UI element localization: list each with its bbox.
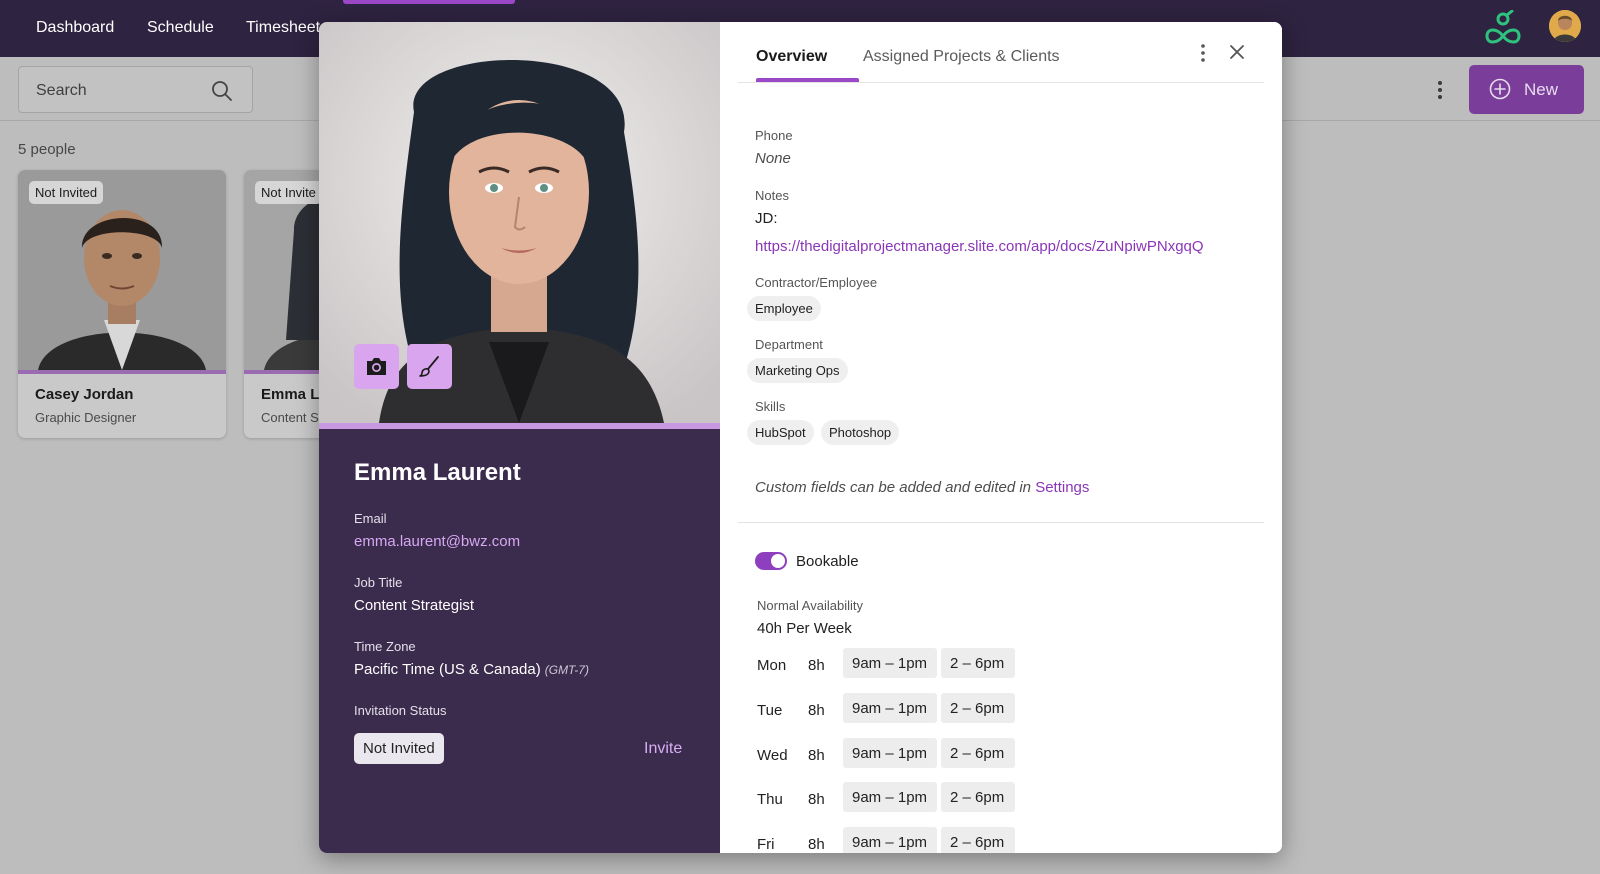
search-placeholder: Search (36, 82, 87, 99)
employee-type-chip: Employee (747, 296, 821, 321)
profile-panel: Emma Laurent Email emma.laurent@bwz.com … (319, 22, 720, 853)
people-count: 5 people (18, 141, 76, 158)
day-name: Fri (757, 836, 775, 853)
nav-active-indicator (343, 0, 515, 4)
time-zone-value: Pacific Time (US & Canada) (GMT-7) (354, 661, 589, 678)
nav-schedule[interactable]: Schedule (147, 19, 214, 37)
skill-chip: Photoshop (821, 420, 900, 445)
invite-status-badge: Not Invited (29, 181, 104, 204)
plus-circle-icon (1489, 78, 1511, 100)
paintbrush-icon (419, 356, 439, 377)
profile-photo-accent (319, 423, 720, 429)
invite-link[interactable]: Invite (644, 740, 682, 758)
phone-label: Phone (755, 128, 793, 143)
day-hours: 8h (808, 702, 825, 719)
time-slot[interactable]: 2 – 6pm (941, 827, 1015, 853)
profile-name: Emma Laurent (354, 459, 521, 486)
time-slot[interactable]: 9am – 1pm (843, 827, 937, 853)
invite-status-badge: Not Invite (255, 181, 322, 204)
tab-assigned-projects-clients[interactable]: Assigned Projects & Clients (863, 48, 1060, 66)
job-title-value: Content Strategist (354, 597, 475, 614)
tab-overview[interactable]: Overview (756, 48, 827, 66)
person-name: Emma L (261, 386, 320, 403)
time-slot[interactable]: 2 – 6pm (941, 738, 1015, 768)
time-zone-offset: (GMT-7) (544, 663, 589, 677)
email-link[interactable]: emma.laurent@bwz.com (354, 533, 520, 550)
user-avatar[interactable] (1549, 10, 1581, 42)
availability-row-wed: Wed 8h 9am – 1pm 2 – 6pm (757, 738, 1057, 770)
time-zone-name: Pacific Time (US & Canada) (354, 661, 541, 678)
overview-panel: Overview Assigned Projects & Clients Pho… (720, 22, 1282, 853)
search-icon (212, 81, 232, 101)
time-slot[interactable]: 2 – 6pm (941, 782, 1015, 812)
time-slot[interactable]: 2 – 6pm (941, 693, 1015, 723)
bookable-label: Bookable (796, 553, 859, 570)
day-hours: 8h (808, 791, 825, 808)
person-name: Casey Jordan (35, 386, 134, 403)
time-slot[interactable]: 9am – 1pm (843, 782, 937, 812)
app-logo-icon[interactable] (1483, 10, 1523, 46)
more-options-icon[interactable] (1430, 78, 1450, 102)
availability-row-thu: Thu 8h 9am – 1pm 2 – 6pm (757, 782, 1057, 814)
custom-fields-text: Custom fields can be added and edited in (755, 479, 1032, 496)
email-label: Email (354, 511, 387, 526)
notes-text: JD: (755, 210, 778, 227)
card-accent-bar (18, 370, 226, 374)
person-role: Graphic Designer (35, 410, 137, 425)
job-title-label: Job Title (354, 575, 403, 590)
department-label: Department (755, 337, 823, 352)
day-hours: 8h (808, 747, 825, 764)
custom-fields-note: Custom fields can be added and edited in… (755, 479, 1089, 496)
time-slot[interactable]: 9am – 1pm (843, 648, 937, 678)
availability-total: 40h Per Week (757, 620, 852, 637)
normal-availability-label: Normal Availability (757, 598, 863, 613)
detail-tabs: Overview Assigned Projects & Clients (738, 22, 1264, 83)
new-button[interactable]: New (1469, 65, 1584, 114)
availability-row-fri: Fri 8h 9am – 1pm 2 – 6pm (757, 827, 1057, 853)
more-vertical-icon[interactable] (1197, 42, 1209, 64)
time-slot[interactable]: 2 – 6pm (941, 648, 1015, 678)
day-name: Wed (757, 747, 788, 764)
department-chip: Marketing Ops (747, 358, 848, 383)
section-divider (738, 522, 1264, 523)
edit-avatar-button[interactable] (407, 344, 452, 389)
day-name: Mon (757, 657, 787, 674)
nav-timesheet[interactable]: Timesheet (246, 19, 320, 37)
close-icon[interactable] (1227, 42, 1247, 62)
time-zone-label: Time Zone (354, 639, 416, 654)
time-slot[interactable]: 9am – 1pm (843, 693, 937, 723)
camera-icon (367, 358, 386, 375)
person-card[interactable]: Not Invited Casey Jordan Graphic Designe… (18, 170, 226, 438)
time-slot[interactable]: 9am – 1pm (843, 738, 937, 768)
notes-label: Notes (755, 188, 789, 203)
day-hours: 8h (808, 657, 825, 674)
nav-dashboard[interactable]: Dashboard (36, 19, 114, 37)
toggle-knob (771, 554, 785, 568)
change-photo-button[interactable] (354, 344, 399, 389)
person-detail-modal: Emma Laurent Email emma.laurent@bwz.com … (319, 22, 1282, 853)
notes-link[interactable]: https://thedigitalprojectmanager.slite.c… (755, 238, 1204, 255)
active-tab-indicator (756, 78, 859, 82)
day-name: Thu (757, 791, 783, 808)
skill-chip: HubSpot (747, 420, 814, 445)
invitation-status-badge: Not Invited (354, 733, 444, 764)
day-name: Tue (757, 702, 783, 719)
day-hours: 8h (808, 836, 825, 853)
availability-row-mon: Mon 8h 9am – 1pm 2 – 6pm (757, 648, 1057, 680)
skills-label: Skills (755, 399, 786, 414)
new-button-label: New (1524, 80, 1559, 99)
contractor-employee-label: Contractor/Employee (755, 275, 878, 290)
person-role: Content S (261, 410, 319, 425)
phone-value: None (755, 150, 791, 167)
settings-link[interactable]: Settings (1035, 479, 1089, 496)
search-input[interactable]: Search (18, 66, 253, 113)
availability-row-tue: Tue 8h 9am – 1pm 2 – 6pm (757, 693, 1057, 725)
invitation-status-label: Invitation Status (354, 703, 447, 718)
bookable-toggle[interactable] (755, 552, 787, 570)
